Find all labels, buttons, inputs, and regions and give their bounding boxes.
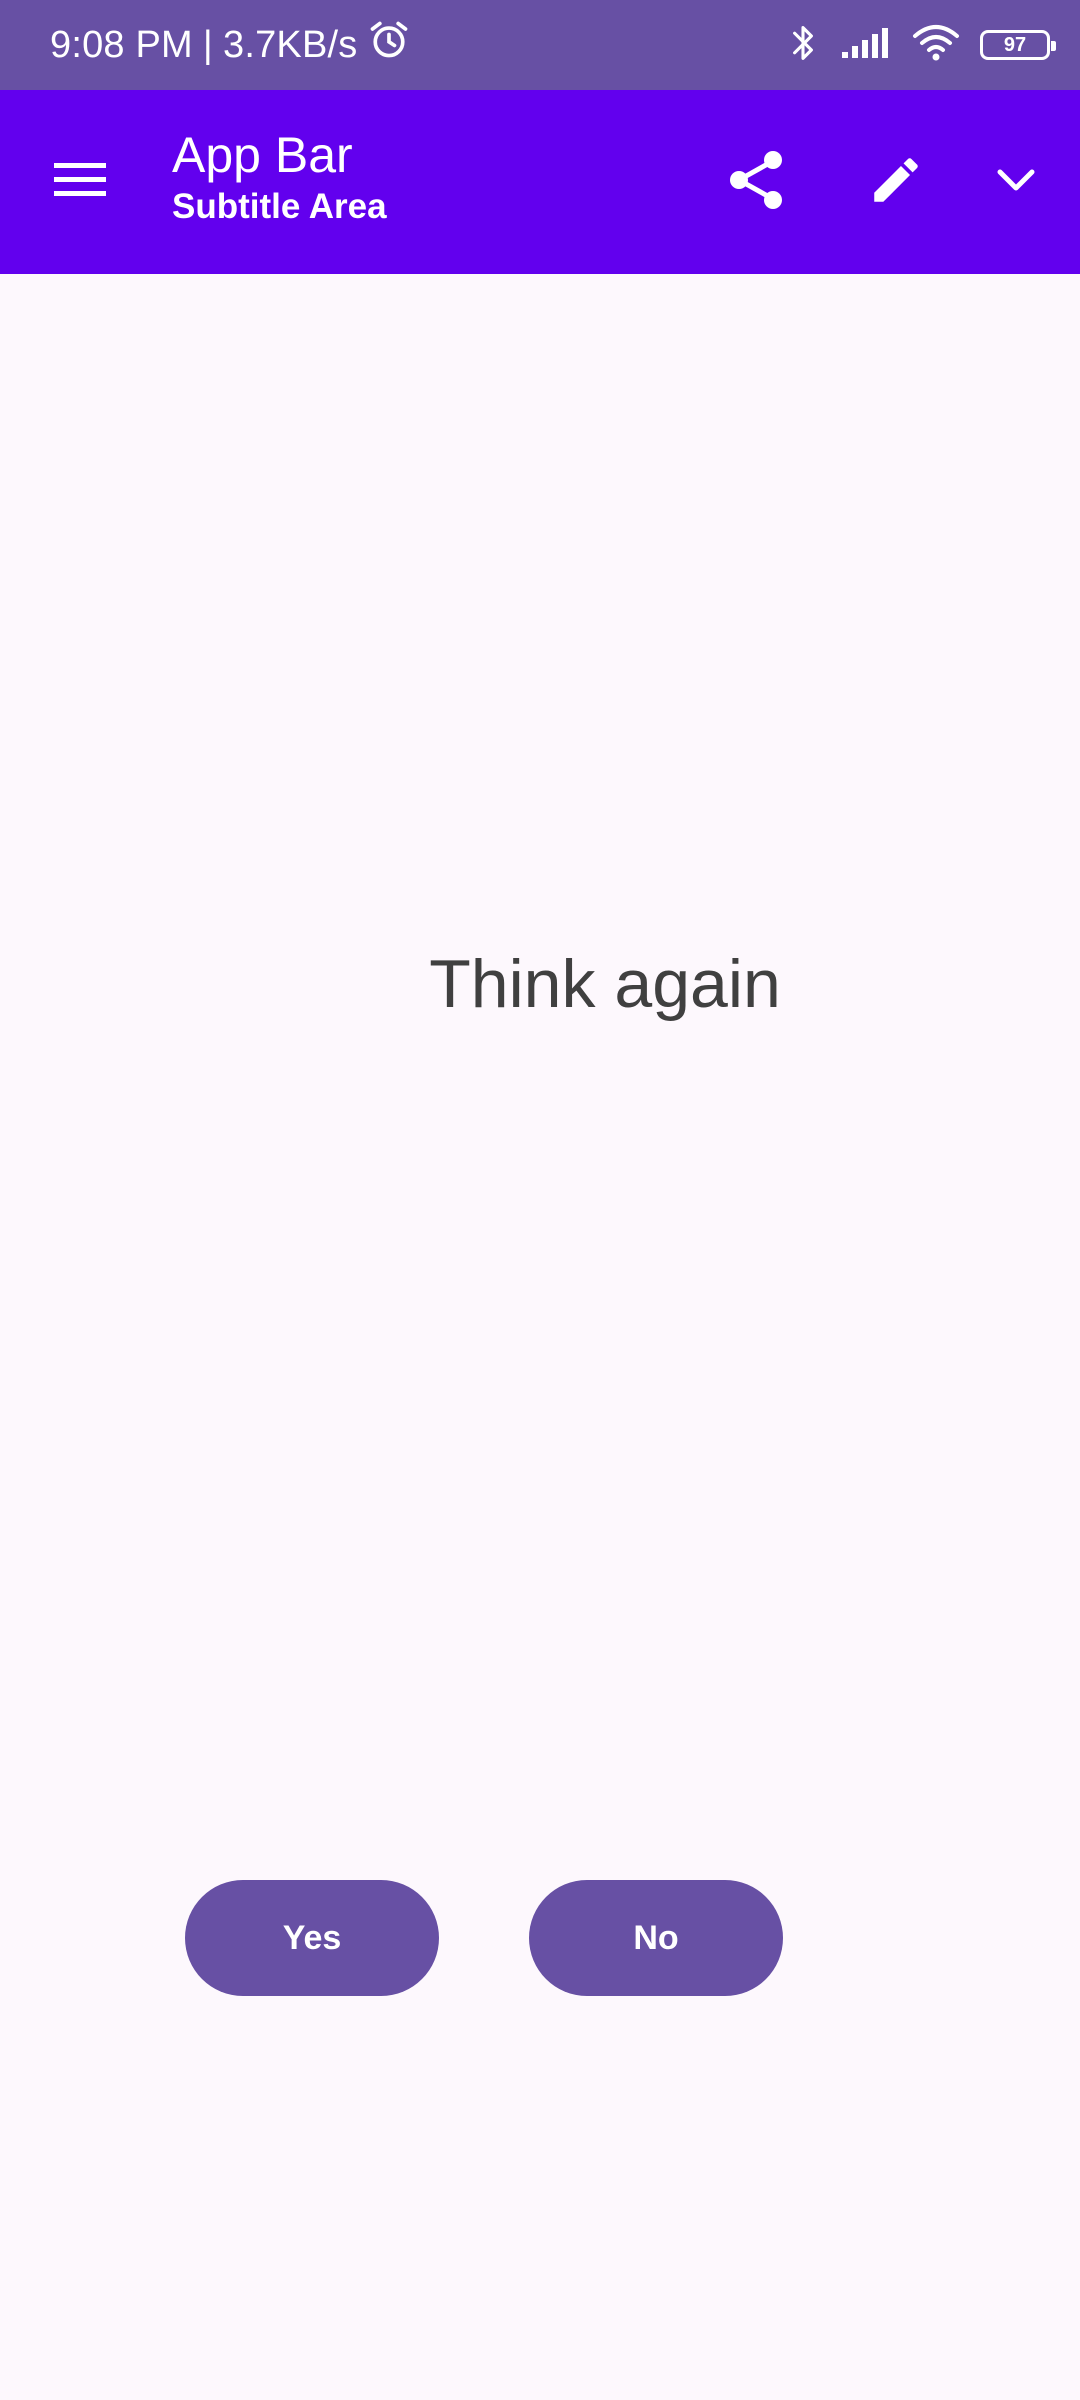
status-left: 9:08 PM | 3.7KB/s [50,0,411,90]
status-bar: 9:08 PM | 3.7KB/s 97 [0,0,1080,90]
share-button[interactable] [716,142,796,222]
yes-button[interactable]: Yes [185,1880,439,1996]
share-icon [727,149,785,216]
app-bar-subtitle: Subtitle Area [172,187,387,226]
alarm-icon [367,18,411,72]
chevron-down-icon [996,166,1036,199]
status-separator: | [202,23,213,66]
status-time: 9:08 PM [50,23,193,66]
wifi-icon [912,24,960,67]
no-button[interactable]: No [529,1880,783,1996]
expand-button[interactable] [976,142,1056,222]
app-bar-title: App Bar [172,127,353,183]
message-text: Think again [429,946,781,1022]
network-speed: 3.7KB/s [223,23,358,66]
battery-cap [1051,41,1056,51]
status-right: 97 [786,0,1056,90]
app-bar: App Bar Subtitle Area [0,90,1080,274]
battery-level: 97 [1003,33,1027,56]
menu-icon [52,160,108,205]
battery-icon: 97 [980,30,1056,60]
edit-button[interactable] [856,142,936,222]
app-bar-titles: App Bar Subtitle Area [172,126,387,230]
message-container: Think again [300,945,910,1023]
bluetooth-icon [786,22,820,69]
edit-icon [867,151,925,214]
signal-icon [840,26,892,65]
menu-button[interactable] [40,146,120,218]
